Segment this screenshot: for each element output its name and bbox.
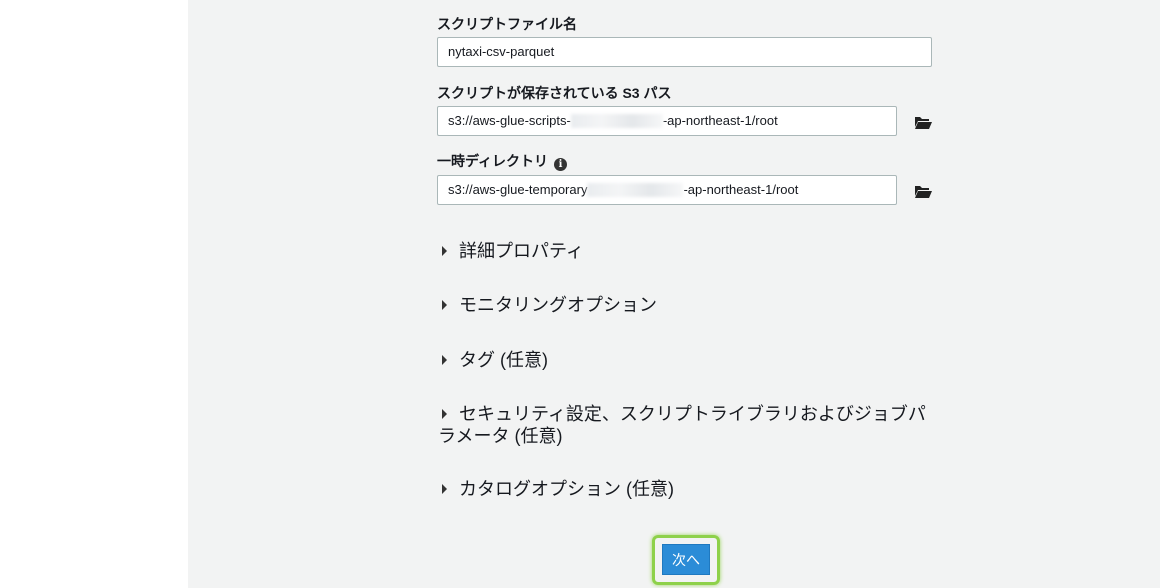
section-monitoring-options[interactable]: モニタリングオプション [438,294,938,316]
section-label: 詳細プロパティ [459,241,584,261]
info-icon[interactable]: i [554,158,568,171]
temp-directory-prefix: s3://aws-glue-temporary [448,182,588,197]
section-advanced-properties[interactable]: 詳細プロパティ [438,240,938,262]
next-button[interactable]: 次へ [662,544,710,575]
temp-directory-browse-button[interactable] [913,182,933,200]
section-label: カタログオプション (任意) [459,479,674,499]
script-s3-path-prefix: s3://aws-glue-scripts- [448,113,571,128]
caret-right-icon [442,300,447,310]
folder-open-icon [915,117,932,129]
script-s3-path-label: スクリプトが保存されている S3 パス [437,85,672,101]
script-s3-browse-button[interactable] [913,113,933,131]
script-filename-label: スクリプトファイル名 [437,16,577,32]
section-label: タグ (任意) [459,350,548,370]
section-catalog-options[interactable]: カタログオプション (任意) [438,478,938,500]
script-s3-path-suffix: -ap-northeast-1/root [662,113,778,128]
section-label: モニタリングオプション [459,295,657,315]
temp-directory-label-text: 一時ディレクトリ [437,153,549,169]
section-tags[interactable]: タグ (任意) [438,349,938,371]
caret-right-icon [442,246,447,256]
section-security-libraries-parameters[interactable]: セキュリティ設定、スクリプトライブラリおよびジョブパラメータ (任意) [438,403,933,447]
caret-right-icon [442,355,447,365]
section-label: セキュリティ設定、スクリプトライブラリおよびジョブパラメータ (任意) [438,404,926,446]
temp-directory-input[interactable]: s3://aws-glue-temporary -ap-northeast-1/r… [437,175,897,205]
temp-directory-suffix: -ap-northeast-1/root [683,182,799,197]
script-filename-input[interactable]: nytaxi-csv-parquet [437,37,932,67]
next-button-highlight: 次へ [652,535,720,585]
temp-directory-label: 一時ディレクトリ i [437,151,568,171]
caret-right-icon [442,484,447,494]
script-s3-path-input[interactable]: s3://aws-glue-scripts- -ap-northeast-1/ro… [437,106,897,136]
redacted-account-id [587,183,684,197]
script-filename-value: nytaxi-csv-parquet [448,44,555,59]
folder-open-icon [915,186,932,198]
caret-right-icon [442,409,447,419]
redacted-account-id [570,114,663,128]
